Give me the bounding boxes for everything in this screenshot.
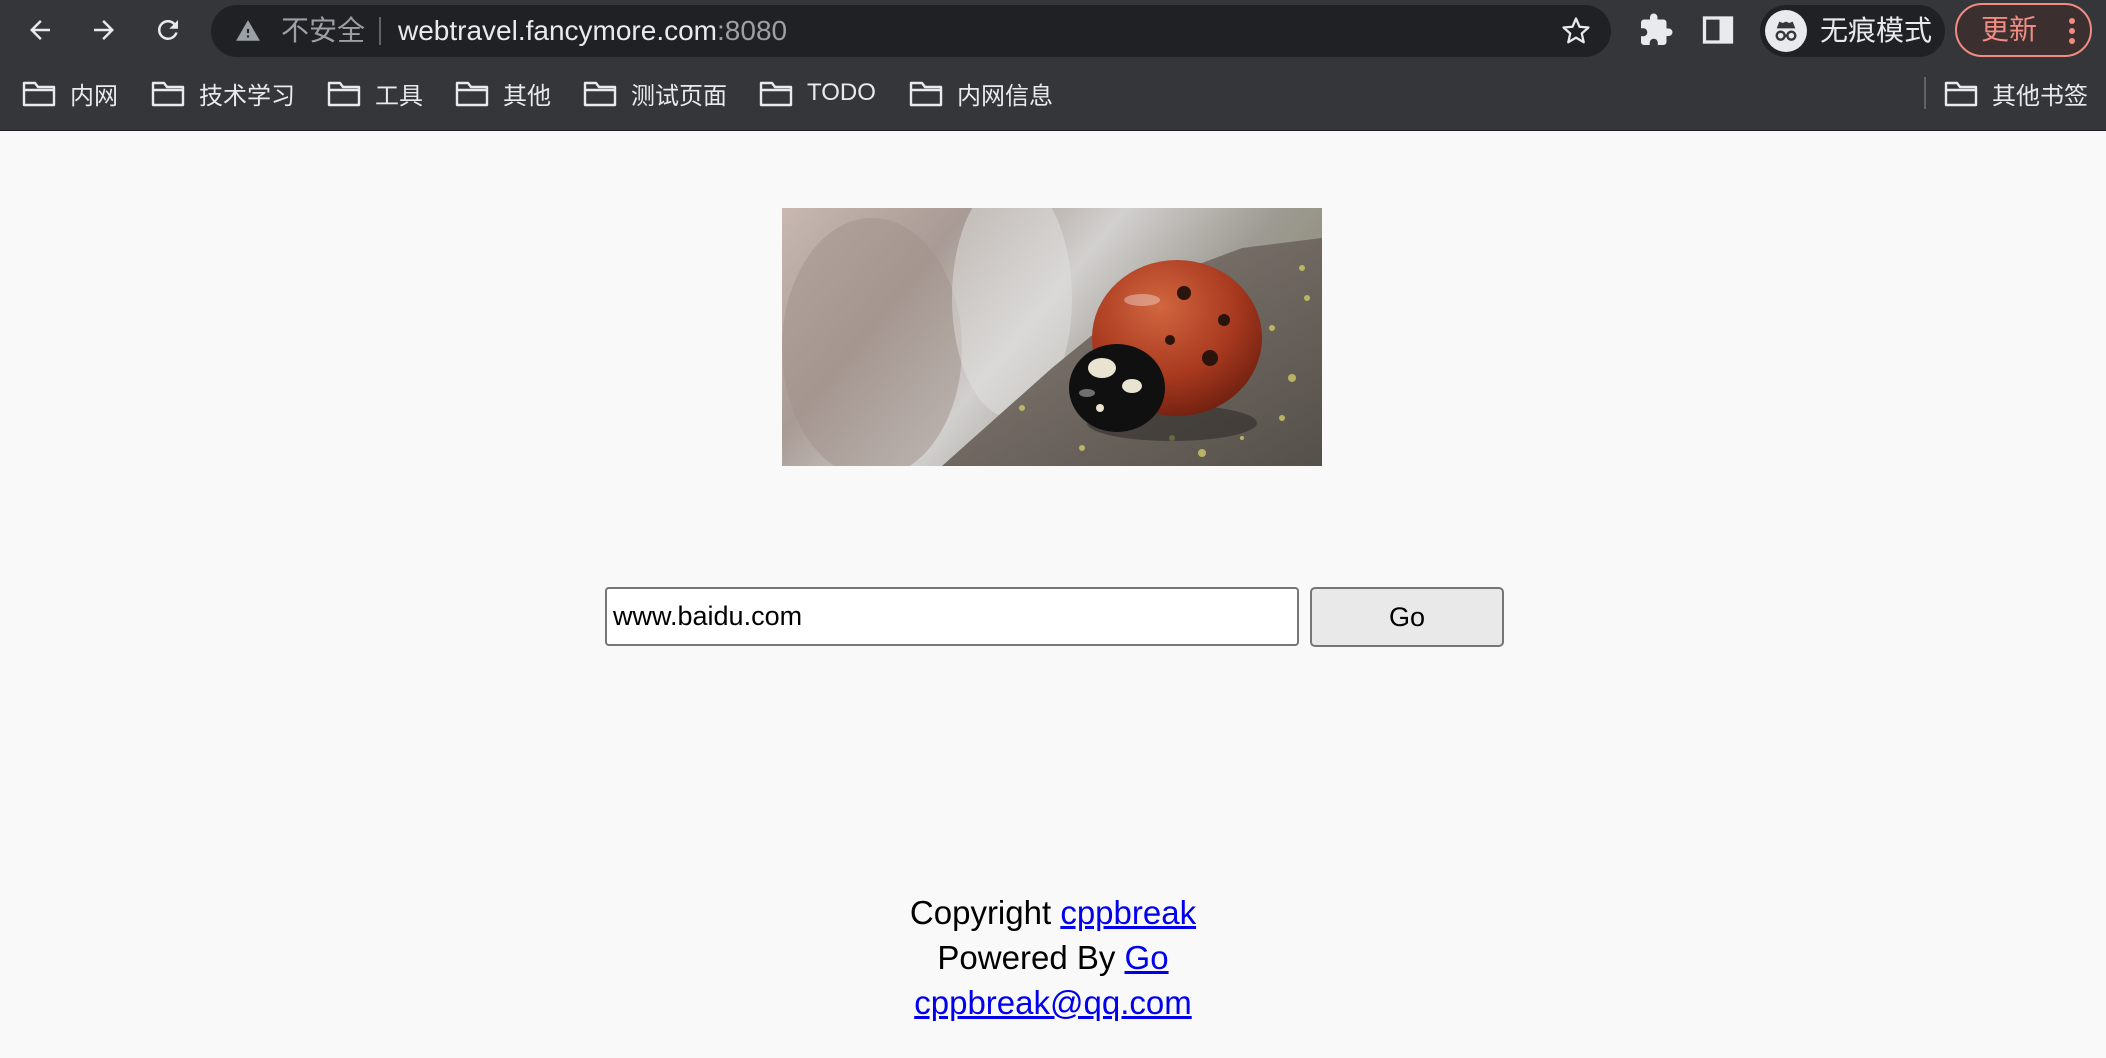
bookmark-label: 技术学习 [199, 82, 295, 110]
omnibox-divider [379, 17, 381, 45]
bookmark-folder[interactable]: 内网信息 [909, 73, 1053, 113]
reload-button[interactable] [146, 8, 190, 52]
side-panel-icon[interactable] [1700, 12, 1736, 48]
powered-by-link[interactable]: Go [1125, 939, 1169, 976]
url-text[interactable]: webtravel.fancymore.com:8080 [398, 16, 787, 46]
bookmark-label: 测试页面 [631, 82, 727, 110]
folder-icon [22, 81, 56, 107]
url-input[interactable] [605, 587, 1299, 646]
bookmark-folder[interactable]: 技术学习 [151, 73, 295, 113]
forward-button[interactable] [82, 8, 126, 52]
bookmark-label: TODO [807, 79, 876, 106]
powered-by-text: Powered By [937, 939, 1116, 976]
bookmark-folder[interactable]: 内网 [22, 73, 118, 113]
other-bookmarks-label: 其他书签 [1992, 82, 2088, 110]
bookmark-folder[interactable]: 工具 [327, 73, 423, 113]
update-button[interactable]: 更新 [1955, 3, 2092, 57]
browser-chrome: 不安全 webtravel.fancymore.com:8080 无痕模式 更新 [0, 0, 2106, 131]
arrow-right-icon [94, 20, 114, 40]
bookmark-label: 其他 [503, 82, 551, 110]
bookmarks-divider [1924, 77, 1926, 109]
url-search-form: Go [605, 587, 1504, 647]
email-link[interactable]: cppbreak@qq.com [914, 984, 1191, 1021]
bookmark-label: 工具 [375, 82, 423, 110]
folder-icon [583, 81, 617, 107]
go-button[interactable]: Go [1310, 587, 1504, 647]
bookmark-folder[interactable]: 其他 [455, 73, 551, 113]
bookmark-folder[interactable]: TODO [759, 73, 876, 113]
powered-by-line: Powered By Go [0, 935, 2106, 980]
folder-icon [909, 81, 943, 107]
ladybug-image [782, 208, 1322, 466]
folder-icon [759, 81, 793, 107]
email-line: cppbreak@qq.com [0, 980, 2106, 1025]
back-button[interactable] [18, 8, 62, 52]
arrow-left-icon [30, 20, 50, 40]
incognito-indicator[interactable]: 无痕模式 [1760, 5, 1945, 57]
bookmark-label: 内网 [70, 82, 118, 110]
copyright-line: Copyright cppbreak [0, 890, 2106, 935]
bookmark-label: 内网信息 [957, 82, 1053, 110]
page-footer: Copyright cppbreak Powered By Go cppbrea… [0, 890, 2106, 1025]
folder-icon [1944, 81, 1978, 107]
address-bar[interactable]: 不安全 webtravel.fancymore.com:8080 [211, 5, 1611, 57]
ladybug-photo-icon [782, 208, 1322, 466]
incognito-avatar [1765, 10, 1807, 52]
incognito-label: 无痕模式 [1820, 15, 1933, 46]
folder-icon [455, 81, 489, 107]
url-port: :8080 [717, 15, 788, 46]
update-label: 更新 [1981, 14, 2038, 45]
star-icon[interactable] [1561, 16, 1591, 46]
more-vert-icon [2069, 18, 2075, 44]
bookmarks-bar: 内网 技术学习 工具 其他 测试页面 TODO 内网信息 其他书签 [0, 73, 2106, 113]
folder-icon [327, 81, 361, 107]
url-host: webtravel.fancymore.com [398, 15, 718, 46]
copyright-link[interactable]: cppbreak [1060, 894, 1196, 931]
reload-icon [157, 19, 178, 40]
copyright-text: Copyright [909, 894, 1052, 931]
incognito-icon [1775, 21, 1797, 41]
extensions-icon[interactable] [1638, 12, 1674, 48]
other-bookmarks-folder[interactable]: 其他书签 [1944, 73, 2088, 113]
browser-toolbar: 不安全 webtravel.fancymore.com:8080 无痕模式 更新 [0, 0, 2106, 60]
warning-icon[interactable] [235, 18, 261, 44]
security-label[interactable]: 不安全 [281, 16, 365, 46]
folder-icon [151, 81, 185, 107]
bookmark-folder[interactable]: 测试页面 [583, 73, 727, 113]
